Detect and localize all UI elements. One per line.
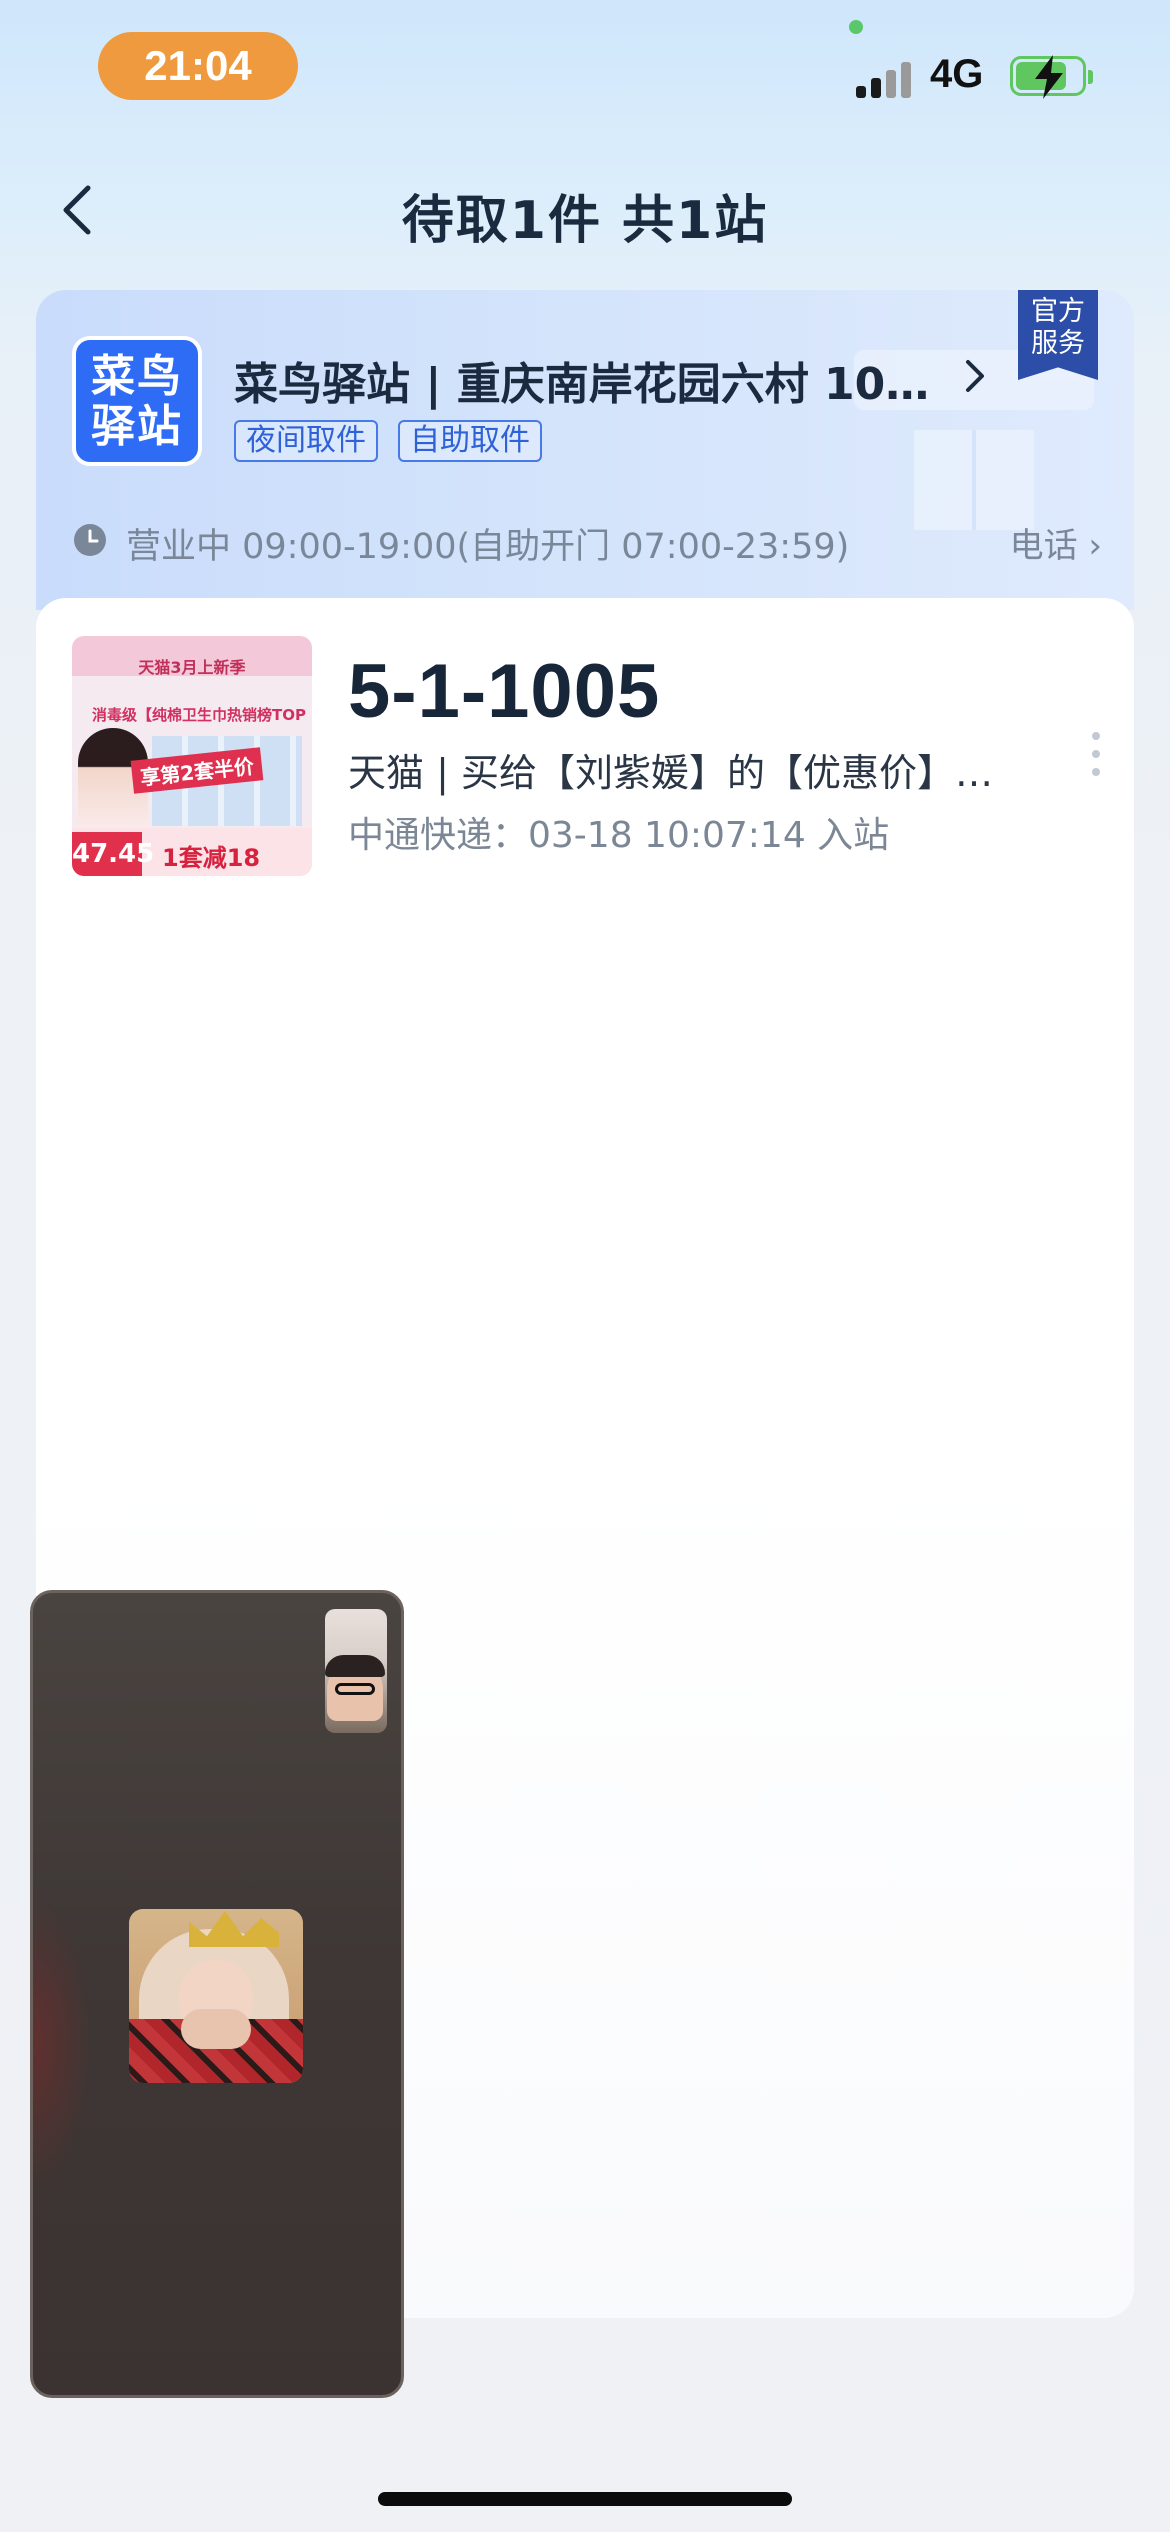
network-type: 4G bbox=[930, 52, 984, 96]
thumb-deal: 1套减18 bbox=[162, 844, 261, 872]
parcel-description[interactable]: 天猫 | 买给【刘紫媛】的【优惠价】… bbox=[348, 742, 1018, 797]
tag-self-pickup: 自助取件 bbox=[398, 420, 542, 462]
navigation-bar: 待取1件 共1站 bbox=[0, 160, 1170, 260]
self-video-preview[interactable] bbox=[325, 1609, 387, 1733]
phone-link[interactable]: 电话 › bbox=[1010, 518, 1102, 567]
courier-arrival-info: 中通快递：03-18 10:07:14 入站 bbox=[348, 815, 890, 856]
official-service-badge: 官方 服务 bbox=[1018, 290, 1098, 380]
battery-charging-icon bbox=[1010, 55, 1093, 99]
product-thumbnail[interactable]: 天猫3月上新季 消毒级【纯棉卫生巾热销榜TOP 1】 享第2套半价 47.45 … bbox=[72, 636, 312, 876]
logo-line-2: 驿站 bbox=[91, 401, 183, 452]
thumb-headline: 消毒级【纯棉卫生巾热销榜TOP 1】 bbox=[92, 706, 312, 724]
pickup-code[interactable]: 5-1-1005 bbox=[348, 648, 660, 735]
chevron-right-icon[interactable] bbox=[960, 356, 990, 396]
badge-line-1: 官方 bbox=[1031, 296, 1085, 327]
caller-avatar bbox=[129, 1909, 303, 2083]
station-name[interactable]: 菜鸟驿站 | 重庆南岸花园六村 10… bbox=[234, 348, 934, 412]
thumb-header: 天猫3月上新季 bbox=[138, 658, 246, 677]
page-title: 待取1件 共1站 bbox=[401, 191, 769, 251]
status-time[interactable]: 21:04 bbox=[98, 32, 298, 100]
video-call-floating-window[interactable] bbox=[30, 1590, 404, 2398]
business-hours: 营业中 09:00-19:00(自助开门 07:00-23:59) bbox=[126, 527, 850, 567]
status-bar: 21:04 4G bbox=[0, 0, 1170, 140]
thumb-price: 47.45 bbox=[72, 832, 154, 876]
badge-line-2: 服务 bbox=[1031, 328, 1085, 359]
signal-icon bbox=[856, 58, 916, 98]
tag-night-pickup: 夜间取件 bbox=[234, 420, 378, 462]
home-indicator[interactable] bbox=[378, 2492, 792, 2506]
business-hours-row: 营业中 09:00-19:00(自助开门 07:00-23:59) 电话 › bbox=[72, 518, 1102, 567]
more-options-icon[interactable] bbox=[1086, 730, 1106, 778]
privacy-indicator-dot bbox=[849, 20, 863, 34]
cainiao-station-logo: 菜鸟 驿站 bbox=[72, 336, 202, 466]
clock-icon bbox=[74, 524, 106, 556]
logo-line-1: 菜鸟 bbox=[91, 351, 183, 402]
